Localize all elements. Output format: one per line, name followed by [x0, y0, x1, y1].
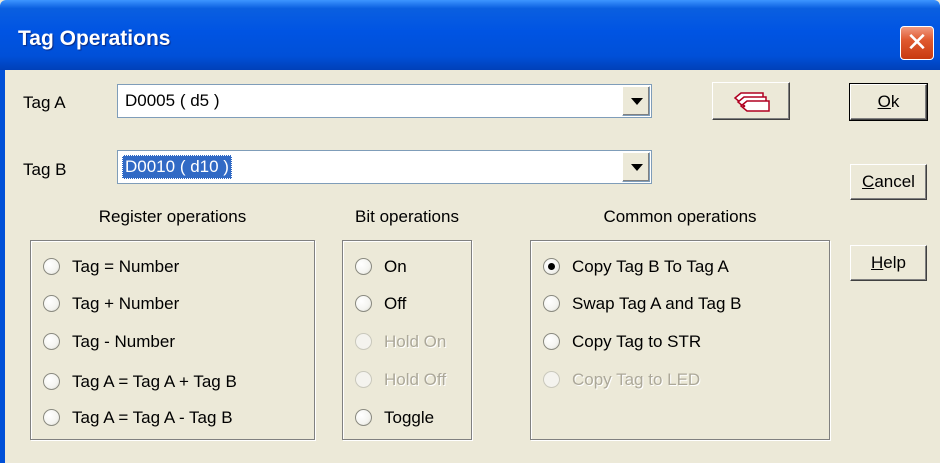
tag-b-dropdown-button[interactable] [622, 152, 650, 182]
tag-picker-button[interactable] [712, 82, 790, 120]
radio-label: Tag = Number [72, 257, 180, 276]
radio-label: Copy Tag to LED [572, 370, 701, 389]
radio-label: Tag - Number [72, 332, 175, 351]
ok-mnemonic: O [877, 92, 891, 111]
radio-button [355, 333, 372, 350]
radio-button[interactable] [355, 295, 372, 312]
radio-label: Tag A = Tag A + Tag B [72, 372, 237, 391]
radio-label: Hold On [384, 332, 447, 351]
chevron-down-icon [631, 164, 643, 171]
tag-b-value: D0010 ( d10 ) [122, 155, 232, 179]
help-label: elp [883, 253, 906, 272]
radio-label: Swap Tag A and Tag B [572, 294, 742, 313]
radio-label: On [384, 257, 407, 276]
tag-a-dropdown-button[interactable] [622, 86, 650, 116]
register-operations-title: Register operations [98, 207, 247, 226]
common-operations-group: Copy Tag B To Tag A Swap Tag A and Tag B… [530, 240, 830, 440]
radio-button[interactable] [43, 409, 60, 426]
radio-button[interactable] [355, 409, 372, 426]
tag-a-value: D0005 ( d5 ) [125, 91, 220, 110]
radio-label: Off [384, 294, 407, 313]
tag-operations-dialog: Tag Operations ✕ Tag A D0005 ( d5 ) Tag … [0, 0, 940, 463]
cancel-label: ancel [874, 172, 915, 191]
radio-label: Tag + Number [72, 294, 180, 313]
tag-a-dropdown[interactable]: D0005 ( d5 ) [117, 84, 652, 118]
bit-operations-group: On Off Hold On Hold Off Toggle [342, 240, 472, 440]
ok-button[interactable]: Ok [849, 83, 928, 121]
cancel-mnemonic: C [862, 172, 875, 191]
tag-a-label: Tag A [23, 93, 66, 112]
close-icon: ✕ [906, 27, 928, 57]
chevron-down-icon [631, 98, 643, 105]
radio-label: Copy Tag to STR [572, 332, 702, 351]
radio-button[interactable] [543, 333, 560, 350]
radio-button[interactable] [355, 258, 372, 275]
ok-label: k [890, 92, 900, 111]
tag-b-label: Tag B [23, 160, 67, 179]
bit-operations-title: Bit operations [355, 207, 459, 226]
radio-button [355, 371, 372, 388]
tag-b-dropdown[interactable]: D0010 ( d10 ) [117, 150, 652, 184]
radio-button [543, 371, 560, 388]
radio-button[interactable] [43, 373, 60, 390]
radio-label: Copy Tag B To Tag A [572, 257, 729, 276]
cancel-button[interactable]: Cancel [850, 164, 927, 200]
radio-label: Hold Off [384, 370, 447, 389]
register-operations-group: Tag = Number Tag + Number Tag - Number T… [30, 240, 315, 440]
title-bar[interactable]: Tag Operations ✕ [0, 0, 940, 70]
radio-label: Toggle [384, 408, 435, 427]
radio-button[interactable] [543, 258, 560, 275]
help-mnemonic: H [871, 253, 884, 272]
radio-button[interactable] [543, 295, 560, 312]
tags-icon [733, 92, 770, 112]
radio-label: Tag A = Tag A - Tag B [72, 408, 233, 427]
dialog-title: Tag Operations [18, 27, 171, 50]
common-operations-title: Common operations [603, 207, 757, 226]
dialog-body: Tag A D0005 ( d5 ) Tag B D0010 ( d10 ) O… [5, 70, 940, 463]
radio-button[interactable] [43, 295, 60, 312]
help-button[interactable]: Help [850, 245, 927, 281]
radio-button[interactable] [43, 333, 60, 350]
radio-button[interactable] [43, 258, 60, 275]
close-button[interactable]: ✕ [900, 26, 934, 60]
